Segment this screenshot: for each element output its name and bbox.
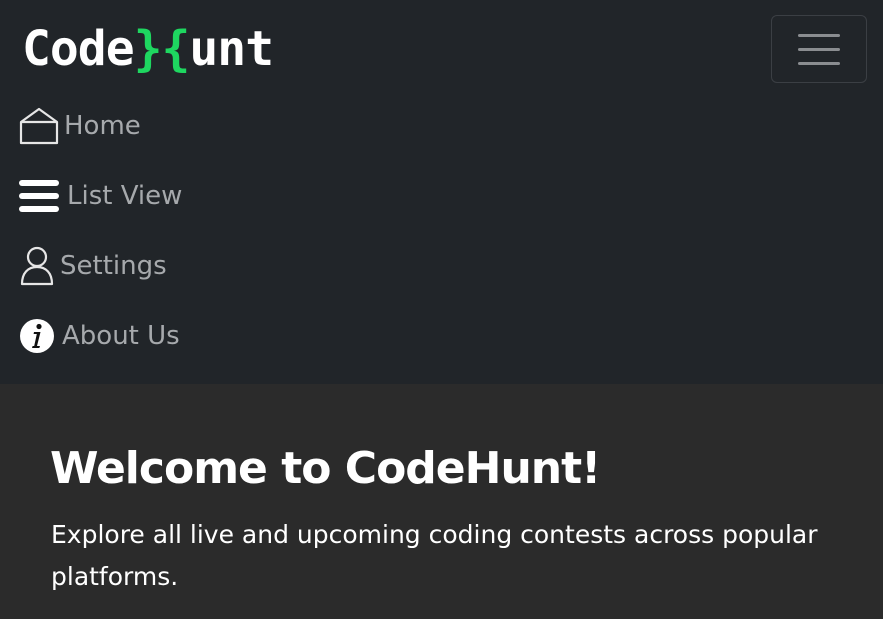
nav-item-settings[interactable]: Settings [18,241,167,291]
hamburger-icon-line [798,61,840,65]
navbar: Code}{unt Home List View Settings About… [0,0,883,384]
navbar-toggler-button[interactable] [771,15,867,83]
page-subtitle: Explore all live and upcoming coding con… [51,520,818,591]
hero-section: Welcome to CodeHunt! Explore all live an… [0,384,883,619]
info-icon [18,316,58,356]
hamburger-icon-line [798,33,840,37]
user-icon [18,245,56,287]
nav-item-about-us-label: About Us [62,321,180,351]
brand-logo-text: Code [22,21,135,77]
nav-item-home-label: Home [64,111,141,141]
brand-logo-text-end: unt [189,21,274,77]
home-icon [18,106,60,146]
nav-item-list-view-label: List View [67,181,183,211]
page-title: Welcome to CodeHunt! [50,443,601,494]
brand-logo[interactable]: Code}{unt [22,21,274,77]
list-icon [18,176,60,216]
nav-item-settings-label: Settings [60,251,167,281]
nav-item-about-us[interactable]: About Us [18,311,180,361]
nav-item-home[interactable]: Home [18,101,141,151]
nav-item-list-view[interactable]: List View [18,171,182,221]
hamburger-icon-line [798,47,840,51]
brand-logo-accent: }{ [133,21,191,77]
